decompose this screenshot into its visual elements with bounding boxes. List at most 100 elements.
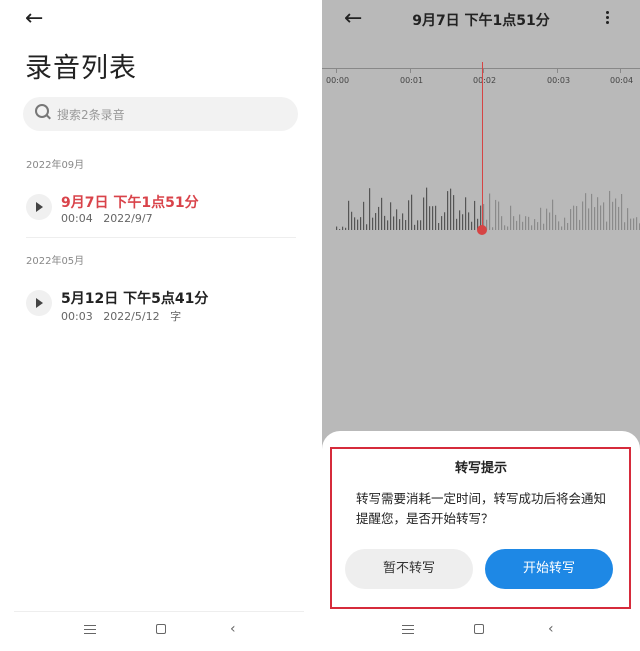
timeline-tick: 00:03 <box>547 76 571 85</box>
waveform-bar <box>384 215 386 230</box>
waveform-bar <box>567 222 569 230</box>
waveform-bar <box>576 206 578 230</box>
recording-meta: 00:04 2022/9/7 <box>61 212 153 225</box>
waveform-bar <box>630 218 632 230</box>
waveform-bar <box>564 217 566 230</box>
waveform-bar <box>462 214 464 230</box>
recording-list-screen: ← 录音列表 搜索2条录音 2022年09月 9月7日 下午1点51分 00:0… <box>0 0 318 651</box>
search-input[interactable]: 搜索2条录音 <box>23 97 298 131</box>
waveform-bar <box>516 220 518 230</box>
waveform-bar <box>351 211 353 230</box>
waveform-bar <box>606 221 608 230</box>
nav-back-icon[interactable]: ‹ <box>548 621 554 637</box>
timeline-tick: 00:02 <box>473 76 497 85</box>
menu-icon[interactable] <box>84 625 96 637</box>
dialog-message: 转写需要消耗一定时间，转写成功后将会通知提醒您，是否开始转写？ <box>356 491 607 526</box>
waveform-bar <box>600 205 602 230</box>
waveform-bar <box>339 229 341 230</box>
waveform-bar <box>405 220 407 230</box>
waveform-bar <box>579 219 581 230</box>
waveform-bar <box>561 226 563 230</box>
timeline-tick: 00:04 <box>610 76 634 85</box>
playhead-handle[interactable] <box>477 225 487 235</box>
system-nav-bar: ‹ <box>0 611 318 651</box>
waveform-bar <box>627 208 629 230</box>
timeline-tick: 00:00 <box>326 76 350 85</box>
waveform-bar <box>456 218 458 230</box>
waveform-bar <box>471 221 473 230</box>
waveform-bar <box>363 201 365 230</box>
recording-title: 9月7日 下午1点51分 <box>412 13 550 29</box>
back-arrow-icon[interactable]: ← <box>25 8 43 30</box>
recording-meta: 00:03 2022/5/12 字 <box>61 310 182 323</box>
more-icon[interactable] <box>606 11 610 26</box>
waveform-bar <box>438 222 440 230</box>
waveform-bar <box>408 200 410 230</box>
play-icon[interactable] <box>26 290 52 316</box>
waveform-bar <box>609 190 611 230</box>
waveform-bar <box>342 226 344 230</box>
waveform-bar <box>525 216 527 230</box>
recording-detail-screen: ← 9月7日 下午1点51分 00:00 00:01 00:02 00:03 0… <box>322 0 640 651</box>
start-transcription-button[interactable]: 开始转写 <box>485 549 613 589</box>
waveform-bar <box>531 225 533 230</box>
waveform-bar <box>450 188 452 230</box>
system-nav-bar: ‹ <box>322 611 640 651</box>
waveform-bar <box>603 202 605 230</box>
waveform-bar <box>552 199 554 230</box>
waveform-bar <box>423 197 425 230</box>
nav-back-icon[interactable]: ‹ <box>230 621 236 637</box>
waveform-bar <box>510 205 512 230</box>
menu-icon[interactable] <box>402 625 414 637</box>
waveform-bar <box>513 216 515 230</box>
waveform-bar <box>468 212 470 230</box>
waveform-bar <box>573 205 575 230</box>
waveform-bar <box>399 219 401 230</box>
waveform-bar <box>621 193 623 230</box>
waveform-bar <box>447 191 449 230</box>
waveform-bar <box>366 224 368 230</box>
waveform-bar <box>459 210 461 230</box>
waveform-bar <box>369 188 371 230</box>
playhead[interactable] <box>482 62 483 230</box>
waveform-bar <box>597 197 599 230</box>
waveform-bar <box>546 208 548 230</box>
search-icon <box>35 104 49 118</box>
waveform-bar <box>345 227 347 230</box>
waveform-bar <box>390 202 392 230</box>
home-icon[interactable] <box>474 624 484 634</box>
waveform-bar <box>453 195 455 230</box>
waveform-bar <box>411 194 413 230</box>
waveform-bar <box>441 216 443 230</box>
waveform-bar <box>474 200 476 230</box>
waveform-bar <box>549 212 551 230</box>
waveform-bar <box>465 197 467 230</box>
waveform-bar <box>555 214 557 230</box>
waveform-bar <box>420 220 422 230</box>
list-item[interactable]: 9月7日 下午1点51分 00:04 2022/9/7 <box>26 192 296 242</box>
waveform-bar <box>489 193 491 230</box>
waveform-bar <box>498 201 500 230</box>
dialog-title: 转写提示 <box>454 461 507 476</box>
waveform-bar <box>558 221 560 230</box>
waveform-bar <box>336 226 338 230</box>
waveform-bar <box>633 218 635 230</box>
play-icon[interactable] <box>26 194 52 220</box>
recording-title: 9月7日 下午1点51分 <box>61 195 199 211</box>
waveform-bar <box>504 225 506 230</box>
waveform-bar <box>381 197 383 230</box>
waveform-bar <box>495 199 497 230</box>
timeline-tick: 00:01 <box>400 76 424 85</box>
waveform-bar <box>426 187 428 230</box>
waveform-bar <box>378 206 380 230</box>
home-icon[interactable] <box>156 624 166 634</box>
waveform-bar <box>519 214 521 230</box>
waveform-bar <box>417 220 419 230</box>
waveform-bar <box>588 208 590 230</box>
waveform-bar <box>540 207 542 230</box>
list-item[interactable]: 5月12日 下午5点41分 00:03 2022/5/12 字 <box>26 288 296 338</box>
waveform-bar <box>570 209 572 230</box>
divider <box>26 237 296 238</box>
skip-transcription-button[interactable]: 暂不转写 <box>345 549 473 589</box>
waveform-bar <box>348 200 350 230</box>
